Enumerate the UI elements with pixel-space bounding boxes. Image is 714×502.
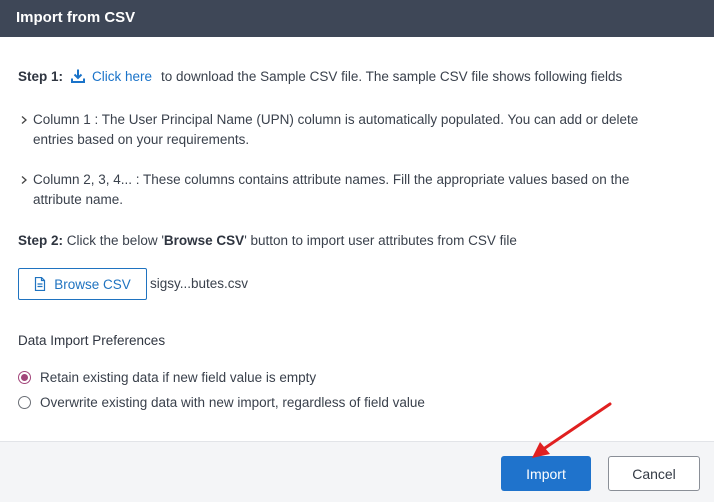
cancel-button[interactable]: Cancel bbox=[608, 456, 700, 491]
step1-label: Step 1: bbox=[18, 69, 64, 84]
radio-button-checked[interactable] bbox=[18, 371, 31, 384]
step2-instructions: Step 2: Click the below 'Browse CSV' but… bbox=[18, 233, 517, 248]
step2-suffix: ' button to import user attributes from … bbox=[244, 233, 517, 248]
sample-csv-link-text[interactable]: Click here bbox=[92, 69, 152, 84]
step2-label: Step 2: bbox=[18, 233, 64, 248]
bullet-column-1: Column 1 : The User Principal Name (UPN)… bbox=[33, 112, 639, 147]
step1-description: to download the Sample CSV file. The sam… bbox=[161, 69, 623, 84]
browse-csv-label: Browse CSV bbox=[54, 276, 131, 292]
radio-retain-existing[interactable]: Retain existing data if new field value … bbox=[18, 370, 316, 385]
step2-button-ref: Browse CSV bbox=[163, 233, 245, 248]
chevron-right-icon bbox=[21, 116, 27, 124]
chevron-right-icon bbox=[21, 176, 27, 184]
preferences-title: Data Import Preferences bbox=[18, 333, 166, 348]
radio-button-unchecked[interactable] bbox=[18, 396, 31, 409]
download-icon bbox=[71, 69, 85, 83]
import-button[interactable]: Import bbox=[501, 456, 591, 491]
dialog-footer bbox=[0, 441, 714, 502]
dialog-header: Import from CSV bbox=[0, 0, 714, 37]
browse-csv-button[interactable]: Browse CSV bbox=[18, 268, 147, 300]
sample-csv-link[interactable]: Click here bbox=[70, 68, 152, 84]
step2-prefix: Click the below ' bbox=[66, 233, 164, 248]
radio-retain-label: Retain existing data if new field value … bbox=[40, 370, 317, 385]
dialog-title: Import from CSV bbox=[16, 9, 136, 26]
radio-overwrite-existing[interactable]: Overwrite existing data with new import,… bbox=[18, 395, 425, 410]
radio-overwrite-label: Overwrite existing data with new import,… bbox=[40, 395, 425, 410]
bullet-column-2-4: Column 2, 3, 4... : These columns contai… bbox=[33, 172, 630, 207]
selected-filename: sigsy...butes.csv bbox=[150, 276, 249, 291]
file-icon bbox=[35, 277, 46, 291]
